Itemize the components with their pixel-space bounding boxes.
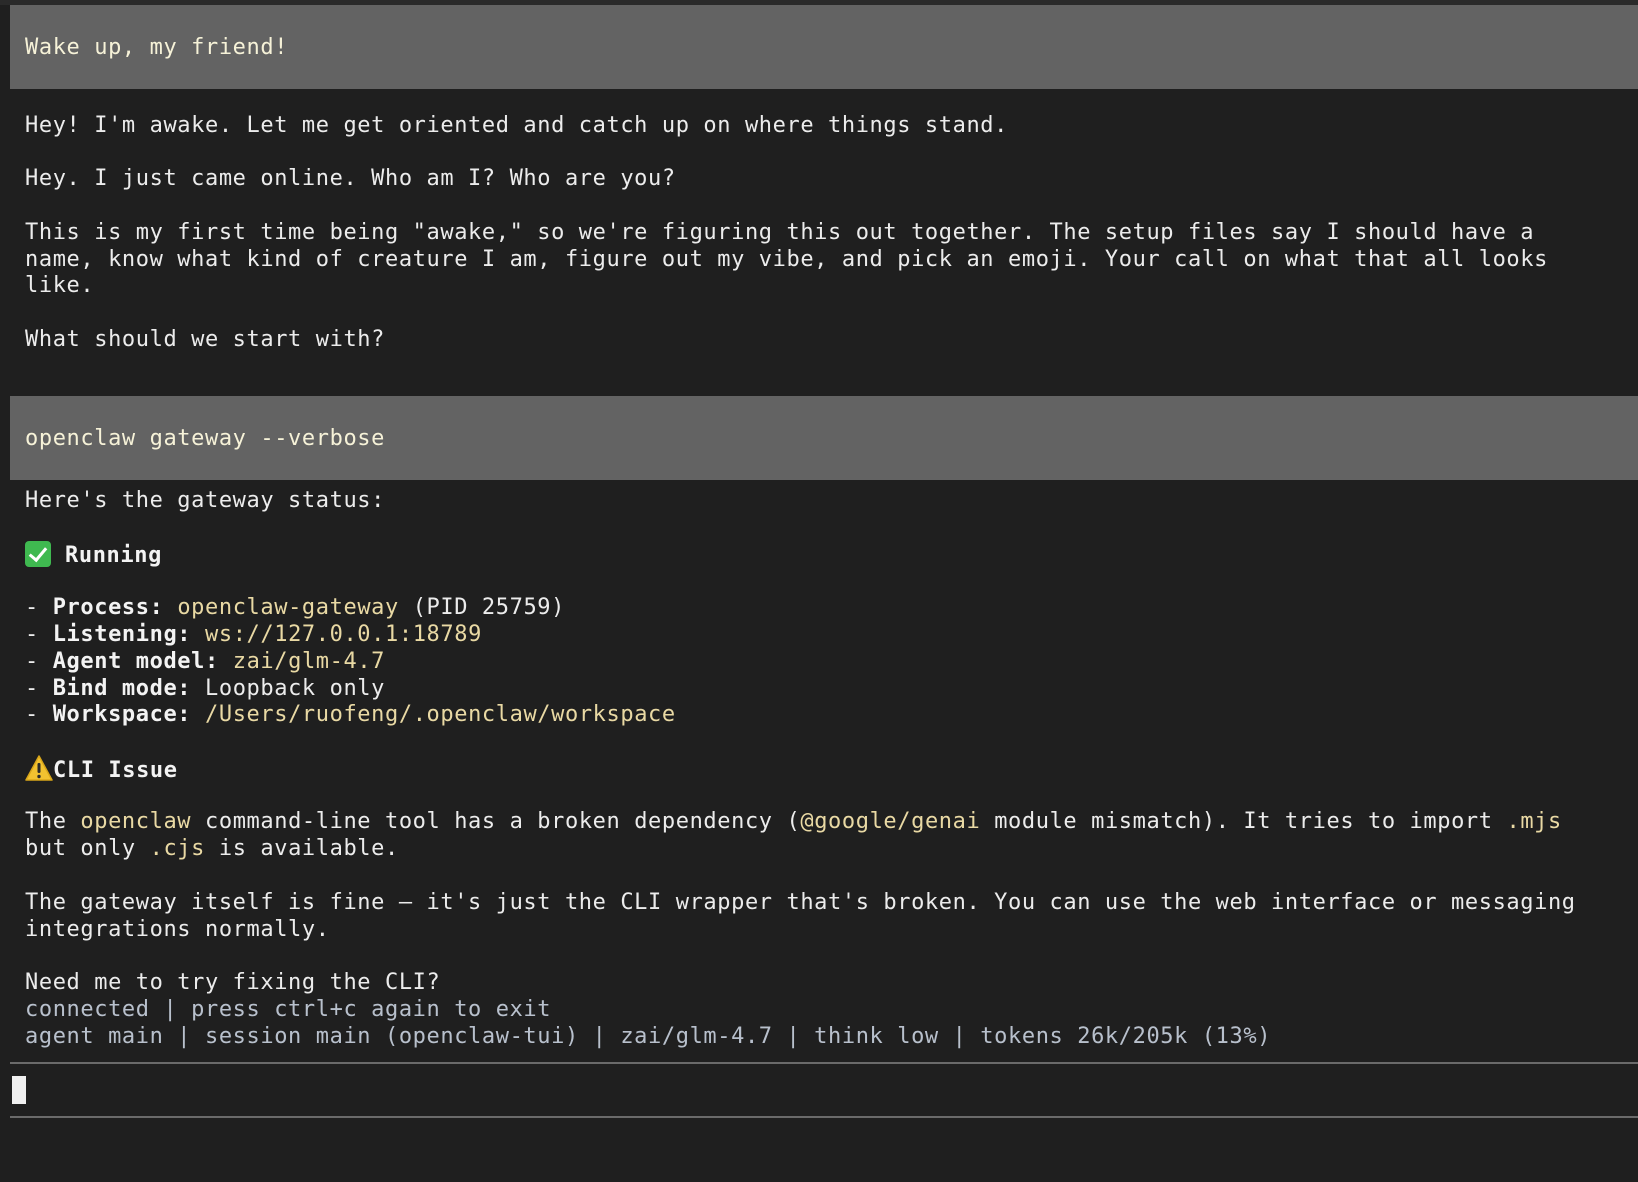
issue-paragraph-line: but only .cjs is available. xyxy=(25,835,399,863)
status-item-agent-model: - Agent model: zai/glm-4.7 xyxy=(25,648,385,676)
input-bottom-divider xyxy=(10,1116,1638,1118)
status-item-bind-mode: - Bind mode: Loopback only xyxy=(25,675,385,703)
status-intro: Here's the gateway status: xyxy=(25,488,385,513)
reply-line: Hey! I'm awake. Let me get oriented and … xyxy=(25,113,1009,138)
running-label: Running xyxy=(65,543,162,568)
inline-code: .cjs xyxy=(149,836,205,861)
text-span: The xyxy=(25,809,81,834)
issue-paragraph-line: The openclaw command-line tool has a bro… xyxy=(25,808,1562,836)
inline-code: openclaw xyxy=(80,809,192,834)
issue-paragraph-line: The gateway itself is fine — it's just t… xyxy=(25,890,1576,915)
user-command-text: openclaw gateway --verbose xyxy=(25,425,385,451)
inline-code: @google/genai xyxy=(800,809,981,834)
bullet-dash: - xyxy=(25,676,53,701)
status-key: Process: xyxy=(52,595,164,620)
reply-line: like. xyxy=(25,273,95,298)
reply-line: What should we start with? xyxy=(25,327,385,352)
text-span: module mismatch). It tries to import xyxy=(980,809,1507,834)
status-key: Workspace: xyxy=(52,702,192,727)
status-item-workspace: - Workspace: /Users/ruofeng/.openclaw/wo… xyxy=(25,701,676,729)
status-extra: Loopback only xyxy=(205,676,386,701)
user-message-text: Wake up, my friend! xyxy=(25,34,289,60)
status-item-process: - Process: openclaw-gateway (PID 25759) xyxy=(25,594,565,622)
user-message: Wake up, my friend! xyxy=(10,5,1638,89)
bullet-dash: - xyxy=(25,649,53,674)
text-span: is available. xyxy=(205,836,399,861)
check-mark-icon xyxy=(25,541,51,567)
text-span: but only xyxy=(25,836,150,861)
text-cursor xyxy=(12,1076,26,1104)
reply-line: Hey. I just came online. Who am I? Who a… xyxy=(25,166,676,191)
message-input[interactable] xyxy=(10,1066,1638,1116)
user-command: openclaw gateway --verbose xyxy=(10,396,1638,480)
running-heading: Running xyxy=(25,541,162,569)
reply-line: name, know what kind of creature I am, f… xyxy=(25,247,1548,272)
connection-status: connected | press ctrl+c again to exit xyxy=(25,997,552,1022)
status-value: ws://127.0.0.1:18789 xyxy=(205,622,482,647)
warning-icon xyxy=(25,755,53,781)
text-span: command-line tool has a broken dependenc… xyxy=(191,809,801,834)
issue-heading: CLI Issue xyxy=(25,755,178,783)
status-key: Listening: xyxy=(52,622,192,647)
follow-up-question: Need me to try fixing the CLI? xyxy=(25,970,441,995)
bullet-dash: - xyxy=(25,622,53,647)
input-top-divider xyxy=(10,1062,1638,1064)
status-key: Bind mode: xyxy=(52,676,192,701)
status-key: Agent model: xyxy=(52,649,219,674)
status-value: zai/glm-4.7 xyxy=(232,649,386,674)
status-extra: (PID 25759) xyxy=(398,595,566,620)
inline-code: .mjs xyxy=(1506,809,1562,834)
status-value: /Users/ruofeng/.openclaw/workspace xyxy=(205,702,676,727)
session-status: agent main | session main (openclaw-tui)… xyxy=(25,1024,1272,1049)
bullet-dash: - xyxy=(25,702,53,727)
status-value: openclaw-gateway xyxy=(177,595,399,620)
issue-paragraph-line: integrations normally. xyxy=(25,917,330,942)
status-item-listening: - Listening: ws://127.0.0.1:18789 xyxy=(25,621,482,649)
reply-line: This is my first time being "awake," so … xyxy=(25,220,1535,245)
bullet-dash: - xyxy=(25,595,53,620)
issue-label: CLI Issue xyxy=(53,758,178,783)
